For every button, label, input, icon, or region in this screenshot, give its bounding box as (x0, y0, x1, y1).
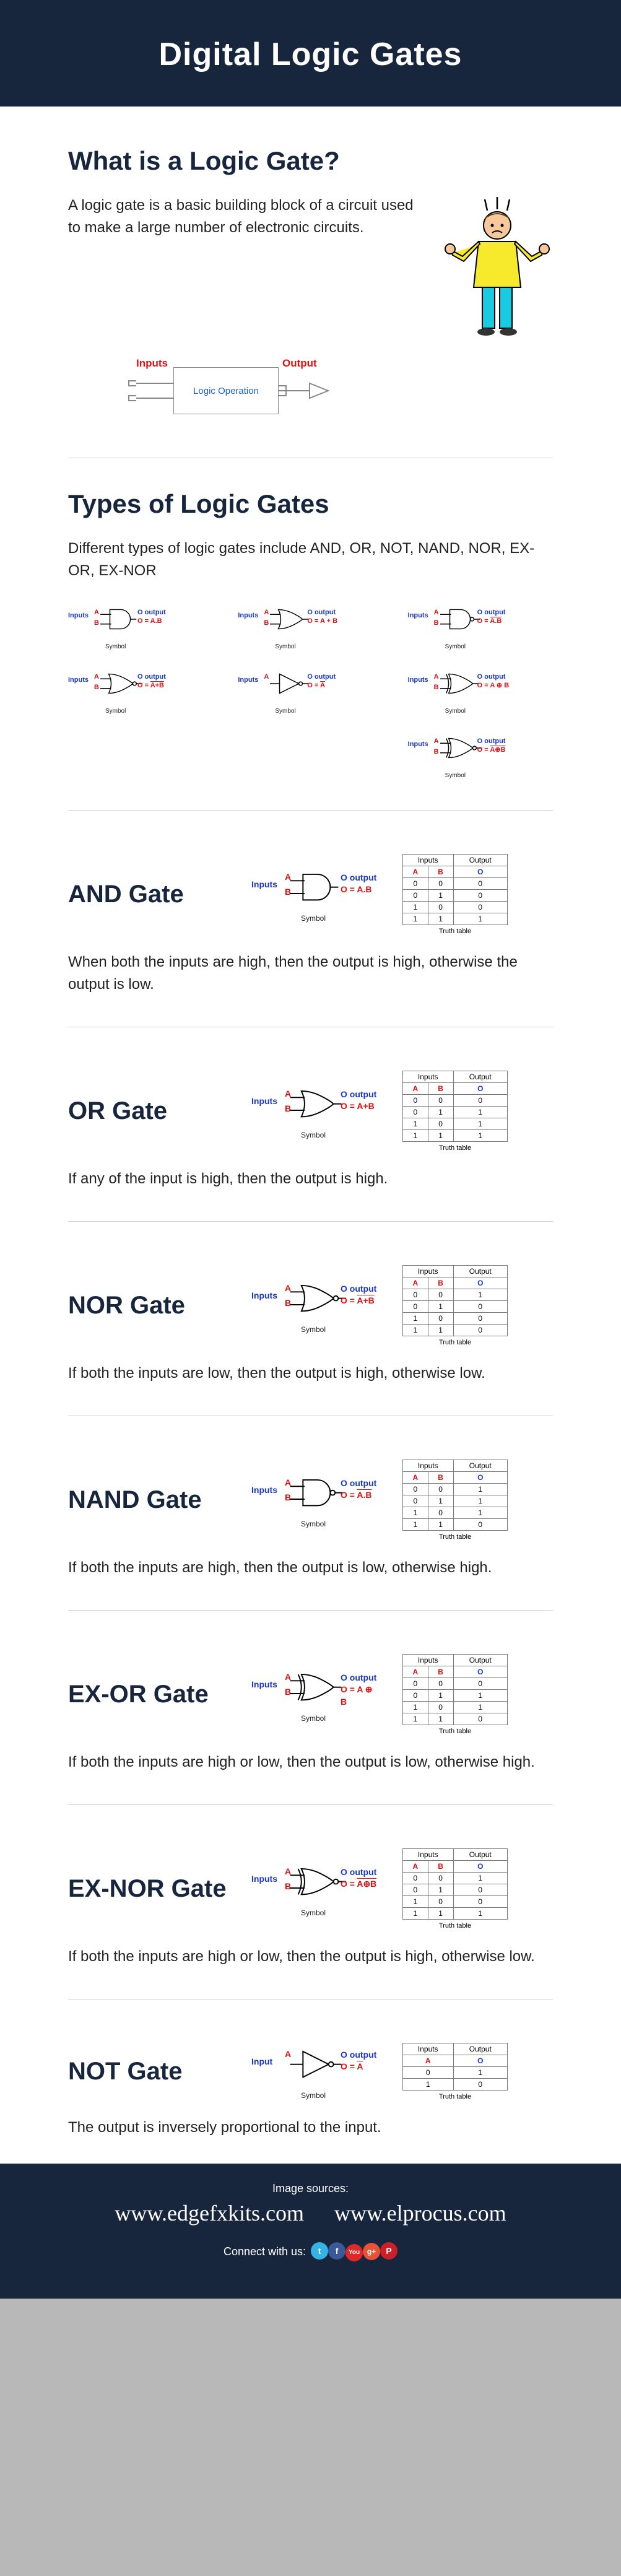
mini-gate-xor: Inputs A B O outputO = A ⊕ B Symbol (408, 671, 553, 715)
mini-gate-nand: Inputs A B O outputO = A.B Symbol (408, 607, 553, 650)
mini-gate-grid: Inputs A B O outputO = A.B Symbol Inputs… (68, 607, 553, 779)
gate-description: If any of the input is high, then the ou… (68, 1168, 553, 1190)
content-area: What is a Logic Gate? A logic gate is a … (0, 107, 621, 2164)
page-title: Digital Logic Gates (0, 36, 621, 73)
gate-symbol-or: Inputs A B O outputO = A+B Symbol (254, 1084, 378, 1139)
divider (68, 1804, 553, 1805)
gate-section-nor: NOR Gate Inputs A B O outputO = A+B Symb… (68, 1265, 553, 1416)
divider (68, 1610, 553, 1611)
logic-operation-diagram: Inputs Output Logic Operation (93, 359, 553, 427)
mini-gate-xnor: Inputs A B O outputO = A⊕B Symbol (408, 736, 553, 779)
gate-title: AND Gate (68, 881, 229, 908)
gate-section-xnor: EX-NOR Gate Inputs A B O outputO = A⊕B S… (68, 1848, 553, 1999)
mini-gate-nor: Inputs A B O outputO = A+B Symbol (68, 671, 213, 715)
gate-symbol-nand: Inputs A B O outputO = A.B Symbol (254, 1473, 378, 1528)
facebook-icon[interactable]: f (328, 2242, 345, 2260)
mini-gate-and: Inputs A B O outputO = A.B Symbol (68, 607, 213, 650)
infographic-page: Digital Logic Gates What is a Logic Gate… (0, 0, 621, 2299)
gate-section-and: AND Gate Inputs A B O outputO = A.B Symb… (68, 854, 553, 1027)
gate-description: When both the inputs are high, then the … (68, 951, 553, 996)
gate-title: EX-OR Gate (68, 1681, 229, 1708)
connect-row: Connect with us: tfYoug+P (0, 2242, 621, 2261)
mini-gate-or: Inputs A B O outputO = A + B Symbol (238, 607, 383, 650)
gate-description: If both the inputs are low, then the out… (68, 1362, 553, 1385)
gate-title: NOR Gate (68, 1292, 229, 1320)
gate-description: If both the inputs are high or low, then… (68, 1946, 553, 1968)
divider (68, 810, 553, 811)
truth-table-xnor: InputsOutput ABO001010100111 Truth table (402, 1848, 508, 1930)
gate-description: If both the inputs are high, then the ou… (68, 1557, 553, 1579)
divider (68, 1221, 553, 1222)
truth-table-or: InputsOutput ABO000011101111 Truth table (402, 1071, 508, 1152)
gate-symbol-xnor: Inputs A B O outputO = A⊕B Symbol (254, 1861, 378, 1917)
image-sources: www.edgefxkits.com www.elprocus.com (0, 2200, 621, 2226)
gate-symbol-not: Input A O outputO = A Symbol (254, 2044, 378, 2100)
gate-section-nand: NAND Gate Inputs A B O outputO = A.B Sym… (68, 1460, 553, 1611)
gate-title: EX-NOR Gate (68, 1875, 229, 1903)
intro-row: A logic gate is a basic building block o… (68, 194, 553, 340)
googleplus-icon[interactable]: g+ (363, 2243, 380, 2260)
truth-table-not: InputsOutput AO0110 Truth table (402, 2043, 508, 2100)
source-link-2[interactable]: www.elprocus.com (334, 2201, 506, 2226)
intro-heading: What is a Logic Gate? (68, 146, 553, 176)
shrug-person-illustration (441, 194, 553, 340)
connect-label: Connect with us: (224, 2245, 306, 2258)
intro-body: A logic gate is a basic building block o… (68, 194, 423, 239)
types-body: Different types of logic gates include A… (68, 537, 553, 582)
mini-gate-not: Inputs A O outputO = A Symbol (238, 671, 383, 715)
truth-table-nor: InputsOutput ABO001010100110 Truth table (402, 1265, 508, 1346)
truth-table-and: InputsOutput ABO000010100111 Truth table (402, 854, 508, 935)
gate-symbol-xor: Inputs A B O outputO = A ⊕ B Symbol (254, 1667, 378, 1723)
footer: Image sources: www.edgefxkits.com www.el… (0, 2164, 621, 2299)
gate-title: NOT Gate (68, 2058, 229, 2086)
twitter-icon[interactable]: t (311, 2242, 328, 2260)
truth-table-xor: InputsOutput ABO000011101110 Truth table (402, 1654, 508, 1735)
gate-section-not: NOT Gate Input A O outputO = A Symbol In… (68, 2043, 553, 2139)
header-bar: Digital Logic Gates (0, 0, 621, 107)
image-sources-label: Image sources: (0, 2182, 621, 2195)
gate-description: The output is inversely proportional to … (68, 2117, 553, 2139)
truth-table-nand: InputsOutput ABO001011101110 Truth table (402, 1460, 508, 1541)
youtube-icon[interactable]: You (345, 2244, 363, 2261)
gate-description: If both the inputs are high or low, then… (68, 1751, 553, 1773)
gate-title: OR Gate (68, 1097, 229, 1125)
gate-section-or: OR Gate Inputs A B O outputO = A+B Symbo… (68, 1071, 553, 1222)
gate-symbol-nor: Inputs A B O outputO = A+B Symbol (254, 1278, 378, 1334)
logic-box-text: Logic Operation (173, 367, 279, 414)
types-heading: Types of Logic Gates (68, 489, 553, 519)
gate-title: NAND Gate (68, 1486, 229, 1514)
gate-symbol-and: Inputs A B O outputO = A.B Symbol (254, 867, 378, 923)
pinterest-icon[interactable]: P (380, 2242, 397, 2260)
source-link-1[interactable]: www.edgefxkits.com (115, 2201, 304, 2226)
gate-section-xor: EX-OR Gate Inputs A B O outputO = A ⊕ B … (68, 1654, 553, 1805)
